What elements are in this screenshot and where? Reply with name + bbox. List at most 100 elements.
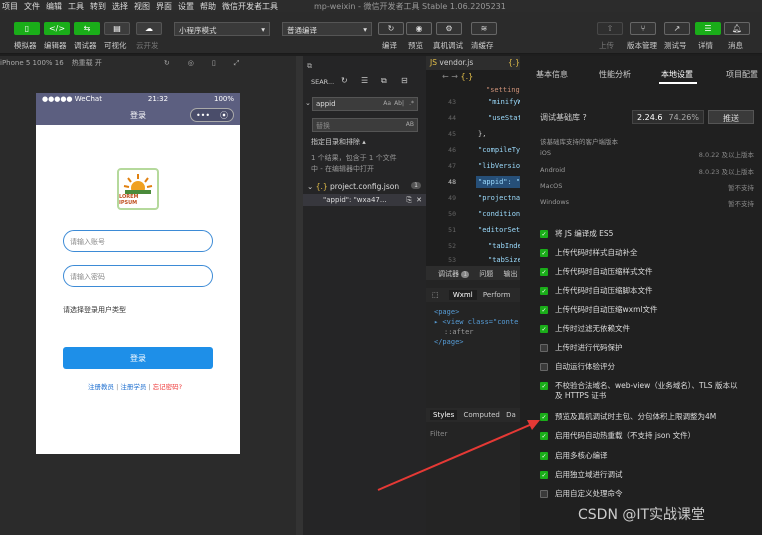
help-icon[interactable]: ?	[583, 113, 587, 122]
tab-styles[interactable]: Styles	[430, 410, 458, 420]
upload-button[interactable]: ⇧	[597, 22, 623, 35]
test-account-button[interactable]: ↗	[664, 22, 690, 35]
tab-performance[interactable]: 性能分析	[599, 69, 631, 80]
version-button[interactable]: ⑂	[630, 22, 656, 35]
clear-results-icon[interactable]: ☰	[361, 76, 368, 85]
more-icon[interactable]: •••	[196, 111, 210, 120]
simulator-toggle[interactable]: ▯	[14, 22, 40, 35]
close-icon[interactable]: ✕	[416, 196, 422, 204]
cloud-toggle[interactable]: ☁	[136, 22, 162, 35]
close-circle-icon[interactable]: ⦿	[220, 110, 228, 121]
debugger-toggle[interactable]: ⇆	[74, 22, 100, 35]
checkbox[interactable]: ✓	[540, 268, 548, 276]
search-input[interactable]: appid Aa Ab| .*	[312, 97, 418, 111]
editor-toggle[interactable]: </>	[44, 22, 70, 35]
login-button[interactable]: 登录	[63, 347, 213, 369]
menu-devtools[interactable]: 微信开发者工具	[222, 1, 278, 12]
option-row[interactable]: ✓ 上传代码时样式自动补全	[540, 248, 740, 258]
tab-local-settings[interactable]: 本地设置	[661, 69, 693, 80]
checkbox[interactable]	[540, 344, 548, 352]
compile-select[interactable]: 普通编译 ▾	[282, 22, 372, 36]
remote-debug-button[interactable]: ⚙	[436, 22, 462, 35]
replace-icon[interactable]: ⎘	[406, 196, 412, 205]
visual-toggle[interactable]: ▤	[104, 22, 130, 35]
option-row[interactable]: ✓ 预览及真机调试时主包、分包体积上限调整为4M	[540, 412, 740, 422]
option-row[interactable]: ✓ 启用多核心编译	[540, 451, 740, 461]
option-row[interactable]: ✓ 启用独立域进行调试	[540, 470, 740, 480]
result-file-row[interactable]: ⌄ {.} project.config.json 1	[307, 182, 425, 191]
new-search-icon[interactable]: ⧉	[381, 76, 387, 86]
editor-tab[interactable]: JS vendor.js {.}	[426, 56, 520, 70]
include-exclude-toggle[interactable]: 指定目录和排除 ▴	[311, 137, 366, 147]
option-row[interactable]: ✓ 上传时过滤无依赖文件	[540, 324, 740, 334]
password-input[interactable]: 请输入密码	[63, 265, 213, 287]
tab-problems[interactable]: 问题	[479, 270, 493, 278]
option-row[interactable]: ✓ 将 JS 编译成 ES5	[540, 229, 740, 239]
phone-icon[interactable]: ▯	[212, 59, 216, 67]
details-button[interactable]: ☰	[695, 22, 721, 35]
menu-project[interactable]: 项目	[2, 1, 18, 12]
capsule-menu[interactable]: ••• ⦿	[190, 108, 234, 122]
replace-input[interactable]: 替换 AB	[312, 118, 418, 132]
style-filter-input[interactable]: Filter	[430, 430, 447, 438]
forward-arrow-icon[interactable]: →	[451, 72, 458, 81]
stop-icon[interactable]: ◎	[188, 59, 194, 67]
lib-version-select[interactable]: 2.24.6 74.26%	[632, 110, 704, 124]
tab-project-config[interactable]: 项目配置	[726, 69, 758, 80]
menu-tools[interactable]: 工具	[68, 1, 84, 12]
checkbox[interactable]: ✓	[540, 287, 548, 295]
regex-toggle[interactable]: .*	[409, 100, 414, 107]
refresh-icon[interactable]: ↻	[341, 76, 348, 85]
menu-view[interactable]: 视图	[134, 1, 150, 12]
option-row[interactable]: ✓ 启用代码自动热重载（不支持 json 文件）	[540, 431, 740, 441]
tab-basic-info[interactable]: 基本信息	[536, 69, 568, 80]
option-row[interactable]: 自动运行体验评分	[540, 362, 740, 372]
tab-debugger[interactable]: 调试器	[438, 270, 459, 278]
expand-icon[interactable]: ⤢	[234, 59, 240, 68]
whole-word-toggle[interactable]: Ab|	[394, 100, 404, 107]
option-row[interactable]: 上传时进行代码保护	[540, 343, 740, 353]
menu-goto[interactable]: 转到	[90, 1, 106, 12]
wxml-node[interactable]: ▸ <view class="conte	[434, 318, 518, 326]
checkbox[interactable]	[540, 490, 548, 498]
user-type-picker[interactable]: 请选择登录用户类型	[63, 305, 126, 315]
chevron-down-icon[interactable]: ⌄	[305, 99, 311, 107]
checkbox[interactable]: ✓	[540, 432, 548, 440]
menu-edit[interactable]: 编辑	[46, 1, 62, 12]
checkbox[interactable]	[540, 363, 548, 371]
wxml-node[interactable]: <page>	[434, 308, 459, 316]
refresh-icon[interactable]: ↻	[164, 59, 170, 67]
open-in-editor-link[interactable]: 中 - 在编辑器中打开	[311, 164, 374, 174]
option-row[interactable]: ✓ 上传代码时自动压缩样式文件	[540, 267, 740, 277]
push-button[interactable]: 推送	[708, 110, 754, 124]
tab-computed[interactable]: Computed	[463, 411, 499, 419]
menu-settings[interactable]: 设置	[178, 1, 194, 12]
messages-button[interactable]: 🔔︎	[724, 22, 750, 35]
device-select[interactable]: iPhone 5 100% 16	[0, 59, 64, 67]
option-row[interactable]: ✓ 不校验合法域名、web-view（业务域名）、TLS 版本以及 HTTPS 证…	[540, 381, 740, 401]
option-row[interactable]: ✓ 上传代码时自动压缩wxml文件	[540, 305, 740, 315]
mode-select[interactable]: 小程序模式 ▾	[174, 22, 270, 36]
register-student-link[interactable]: 注册学员	[120, 383, 146, 391]
checkbox[interactable]: ✓	[540, 249, 548, 257]
hotreload-toggle[interactable]: 热重载 开	[72, 58, 102, 68]
checkbox[interactable]: ✓	[540, 306, 548, 314]
checkbox[interactable]: ✓	[540, 230, 548, 238]
username-input[interactable]: 请输入账号	[63, 230, 213, 252]
tab-performance[interactable]: Perform	[483, 291, 510, 299]
compile-button[interactable]: ↻	[378, 22, 404, 35]
collapse-icon[interactable]: ⊟	[401, 76, 408, 85]
checkbox[interactable]: ✓	[540, 413, 548, 421]
tab-output[interactable]: 输出	[504, 270, 518, 278]
option-row[interactable]: ✓ 上传代码时自动压缩脚本文件	[540, 286, 740, 296]
inspect-icon[interactable]: ⬚	[432, 291, 439, 299]
code-lines[interactable]: "setting": { 43 "minifyW 44 "useStat 45 …	[426, 84, 536, 266]
register-teacher-link[interactable]: 注册教员	[88, 383, 114, 391]
menu-interface[interactable]: 界面	[156, 1, 172, 12]
checkbox[interactable]: ✓	[540, 382, 548, 390]
result-match-row[interactable]: "appid": "wxa47... ⎘ ✕	[303, 194, 426, 206]
menu-select[interactable]: 选择	[112, 1, 128, 12]
back-arrow-icon[interactable]: ←	[442, 72, 449, 81]
tab-wxml[interactable]: Wxml	[448, 290, 477, 300]
tab-dataset[interactable]: Da	[506, 411, 516, 419]
